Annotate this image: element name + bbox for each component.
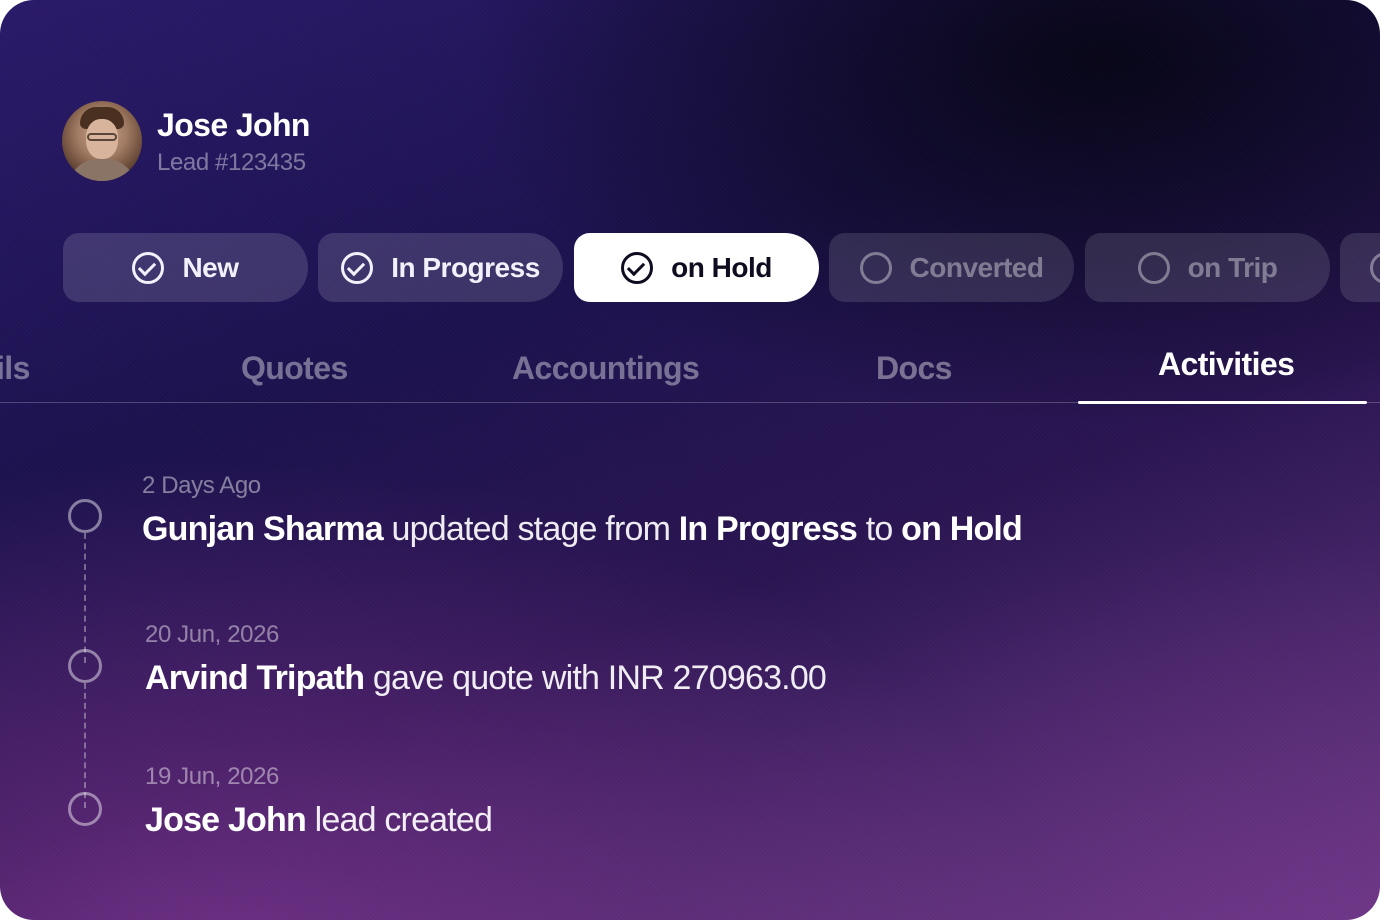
activity-item: 19 Jun, 2026 Jose John lead created (145, 763, 493, 840)
activity-timeline: 2 Days Ago Gunjan Sharma updated stage f… (0, 0, 1380, 920)
activity-description: Jose John lead created (145, 801, 493, 839)
activity-time: 20 Jun, 2026 (145, 621, 279, 648)
activity-description: Gunjan Sharma updated stage from In Prog… (142, 510, 1023, 548)
activity-item: 2 Days Ago Gunjan Sharma updated stage f… (142, 472, 1023, 549)
timeline-node (68, 499, 102, 533)
activity-time: 2 Days Ago (142, 472, 261, 499)
timeline-node (68, 649, 102, 683)
activity-actor[interactable]: Arvind Tripath (145, 659, 365, 697)
activity-time: 19 Jun, 2026 (145, 763, 279, 790)
timeline-connector (84, 533, 86, 663)
timeline-node (68, 792, 102, 826)
activity-actor[interactable]: Jose John (145, 801, 307, 839)
lead-detail-panel: Jose John Lead #123435 New In Progress o… (0, 0, 1380, 920)
activity-description: Arvind Tripath gave quote with INR 27096… (145, 659, 827, 697)
activity-actor[interactable]: Gunjan Sharma (142, 510, 384, 548)
timeline-connector (84, 683, 86, 808)
activity-item: 20 Jun, 2026 Arvind Tripath gave quote w… (145, 621, 827, 698)
